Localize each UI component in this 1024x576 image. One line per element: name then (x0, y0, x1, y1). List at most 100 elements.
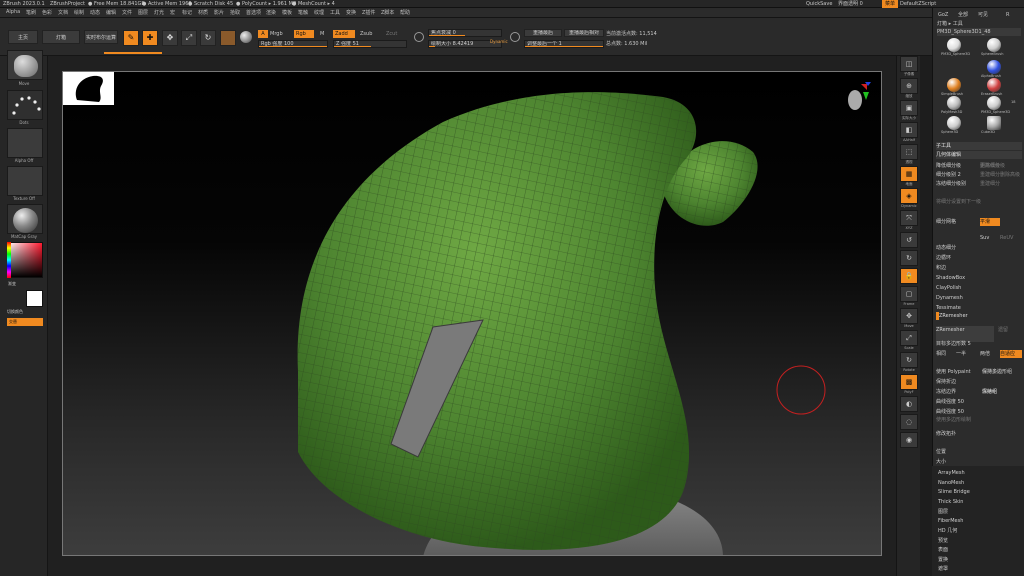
replay-last-button[interactable]: 重播最后 (524, 29, 562, 37)
ghost-icon[interactable]: ◌ (900, 414, 918, 430)
sculpt-mesh[interactable] (63, 72, 882, 556)
menu-edit[interactable]: 编辑 (106, 9, 116, 16)
aahalf-icon[interactable]: ◧ (900, 122, 918, 138)
rotate-y-icon[interactable]: ↺ (900, 232, 918, 248)
material-thumbnail[interactable] (7, 204, 43, 234)
subpalette-item[interactable]: Slime Bridge (938, 489, 970, 495)
scale-icon[interactable]: ⤢ (181, 30, 197, 46)
home-button[interactable]: 主页 (8, 30, 38, 44)
tool-thumbnail-icon[interactable] (987, 60, 1001, 74)
local-icon[interactable]: ◈ (900, 188, 918, 204)
menu-preferences[interactable]: 首选项 (246, 9, 261, 16)
geometry-option[interactable]: 将细分设置到下一级 (936, 198, 1022, 206)
lightbox-button[interactable]: 灯箱 (42, 30, 80, 44)
zcut-toggle[interactable]: Zcut (386, 30, 397, 38)
menu-marker[interactable]: 标记 (182, 9, 192, 16)
rotate-icon[interactable]: ↻ (200, 30, 216, 46)
sub-pixel-icon[interactable]: ◫ (900, 56, 918, 72)
geometry-option[interactable]: 使用 Polypaint (936, 368, 980, 376)
brush-thumbnail[interactable] (7, 50, 43, 80)
geometry-option[interactable]: 冻结细分级别 (936, 180, 976, 188)
menu-help[interactable]: 帮助 (400, 9, 410, 16)
subpalette-item[interactable]: 遮罩 (938, 565, 948, 572)
geometry-option[interactable]: 积边 (936, 264, 1022, 272)
geometry-option[interactable]: ShadowBox (936, 274, 1022, 282)
geometry-option[interactable]: 遗留 (998, 326, 1022, 334)
geometry-option[interactable]: 重建细分 (980, 180, 1020, 188)
focal-shift-icon[interactable] (414, 32, 424, 42)
m-toggle[interactable]: M (320, 30, 324, 38)
geometry-option[interactable]: ReUV (1000, 234, 1022, 242)
tool-thumbnail-icon[interactable] (987, 116, 1001, 130)
menu-draw[interactable]: 绘制 (74, 9, 84, 16)
tab-all[interactable]: 全部 (958, 11, 968, 19)
tool-thumbnail-icon[interactable] (947, 38, 961, 52)
menu-alpha[interactable]: Alpha (6, 9, 20, 15)
menu-zplugin[interactable]: Z插件 (362, 9, 375, 16)
menu-color[interactable]: 色彩 (42, 9, 52, 16)
zsub-toggle[interactable]: Zsub (360, 30, 372, 38)
geometry-option[interactable]: 细分级别 2 (936, 171, 976, 179)
draw-icon[interactable]: ✚ (142, 30, 158, 46)
tab-r[interactable]: R (1006, 11, 1009, 19)
subpalette-item[interactable]: 表面 (938, 546, 948, 553)
menu-macro[interactable]: 宏 (170, 9, 175, 16)
tool-thumbnail-icon[interactable] (987, 78, 1001, 92)
rgb-toggle[interactable]: Rgb (294, 30, 314, 38)
geometry-option[interactable]: 删除高级 (1000, 171, 1022, 179)
subpalette-item[interactable]: HD 几何 (938, 527, 957, 534)
geometry-option[interactable]: 大小 (936, 458, 1022, 466)
geometry-option[interactable]: 冻结边界 (936, 388, 980, 396)
replay-icon[interactable] (510, 32, 520, 42)
geometry-option[interactable]: 冻结组 (982, 388, 1022, 396)
menu-stencil[interactable]: 模板 (282, 9, 292, 16)
geometry-option[interactable]: 位置 (936, 448, 1022, 456)
polyf-icon[interactable]: ▩ (900, 374, 918, 390)
geometry-option[interactable]: 动态细分 (936, 244, 1022, 252)
geometry-option[interactable]: 细分网格 (936, 218, 976, 226)
menu-brush[interactable]: 笔刷 (26, 9, 36, 16)
a-toggle[interactable]: A (258, 30, 268, 38)
menu-document[interactable]: 文档 (58, 9, 68, 16)
menu-stroke[interactable]: 笔触 (298, 9, 308, 16)
geometry-option[interactable]: 边循环 (936, 254, 1022, 262)
geometry-option[interactable]: 自适应 (1000, 350, 1022, 358)
subtool-header[interactable]: 子工具 (936, 142, 1022, 150)
tool-thumbnail-icon[interactable] (947, 78, 961, 92)
focal-shift-slider[interactable]: 焦点衰减 0 (428, 29, 502, 37)
geometry-option[interactable]: Dynamesh (936, 294, 1022, 302)
rotate-icon[interactable]: ↻ (900, 352, 918, 368)
zoom-icon[interactable]: ⊕ (900, 78, 918, 94)
menu-dynamics[interactable]: 动态 (90, 9, 100, 16)
adjust-last-slider[interactable]: 调整最后一个 1 (524, 40, 604, 48)
quicksave-button[interactable]: QuickSave (806, 0, 832, 8)
geometry-option[interactable]: ClayPolish (936, 284, 1022, 292)
move-icon[interactable]: ✥ (900, 308, 918, 324)
subpalette-item[interactable]: FiberMesh (938, 518, 963, 524)
texture-thumbnail[interactable] (7, 166, 43, 196)
color-sphere-icon[interactable] (240, 31, 252, 43)
zadd-toggle[interactable]: Zadd (333, 30, 355, 38)
menu-zscript[interactable]: Z脚本 (381, 9, 394, 16)
live-boolean-button[interactable]: 实时布尔运算 (84, 30, 118, 44)
geometry-option[interactable]: 修改拓扑 (936, 430, 1022, 438)
menus-button[interactable]: 菜单 (882, 0, 899, 8)
geometry-option[interactable]: Suv (980, 234, 1000, 242)
hue-strip[interactable] (7, 242, 11, 278)
mrgb-toggle[interactable]: Mrgb (270, 30, 283, 38)
move-icon[interactable]: ✥ (162, 30, 178, 46)
menu-transform[interactable]: 变换 (346, 9, 356, 16)
menu-layer[interactable]: 图层 (138, 9, 148, 16)
menu-movie[interactable]: 影片 (214, 9, 224, 16)
geometry-option[interactable]: 平滑 (980, 218, 1000, 226)
frame-icon[interactable]: ▢ (900, 286, 918, 302)
geometry-header[interactable]: 几何体编辑 (936, 151, 1022, 159)
menu-tool[interactable]: 工具 (330, 9, 340, 16)
tool-thumbnail-icon[interactable] (987, 96, 1001, 110)
menu-texture[interactable]: 纹理 (314, 9, 324, 16)
orientation-gizmo[interactable] (843, 80, 873, 114)
viewport-canvas[interactable] (62, 71, 882, 556)
subpalette-item[interactable]: 置换 (938, 556, 948, 563)
color-picker[interactable] (7, 242, 43, 278)
lightbox-tools-link[interactable]: 灯箱 ▸ 工具 (937, 20, 963, 28)
